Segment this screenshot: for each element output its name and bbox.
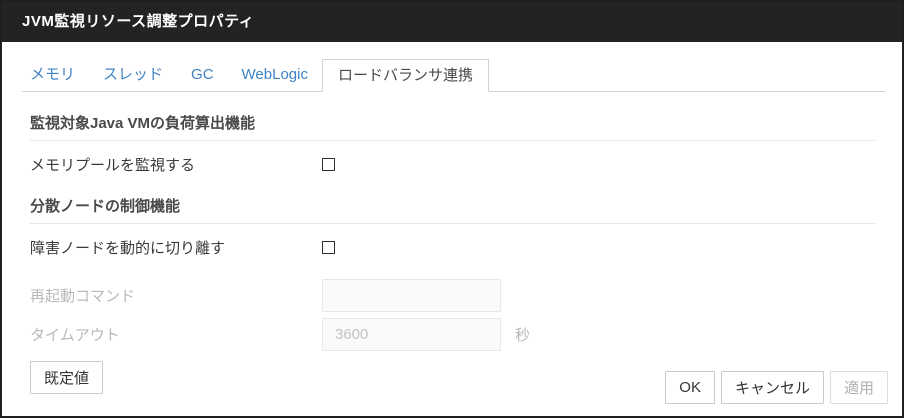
timeout-unit-label: 秒 xyxy=(515,324,530,345)
ok-button[interactable]: OK xyxy=(665,371,715,404)
detach-failure-node-label: 障害ノードを動的に切り離す xyxy=(30,237,322,258)
default-value-button[interactable]: 既定値 xyxy=(30,361,103,394)
restart-command-input xyxy=(322,279,501,312)
restart-command-cell xyxy=(322,279,875,312)
detach-failure-node-checkbox[interactable] xyxy=(322,241,335,254)
apply-button: 適用 xyxy=(830,371,888,404)
tab-load-balancer-linkage[interactable]: ロードバランサ連携 xyxy=(322,59,489,92)
timeout-label: タイムアウト xyxy=(30,324,322,345)
row-restart-command: 再起動コマンド xyxy=(30,279,875,312)
row-monitor-memory-pool: メモリプールを監視する xyxy=(30,154,875,175)
detach-failure-node-cell xyxy=(322,241,875,254)
tab-panel-load-balancer: 監視対象Java VMの負荷算出機能 メモリプールを監視する 分散ノードの制御機… xyxy=(2,112,902,394)
timeout-cell: 秒 xyxy=(322,318,875,351)
monitor-memory-pool-cell xyxy=(322,158,875,171)
dialog-title: JVM監視リソース調整プロパティ xyxy=(2,2,902,42)
tab-weblogic[interactable]: WebLogic xyxy=(242,59,308,91)
restart-command-label: 再起動コマンド xyxy=(30,285,322,306)
tab-memory[interactable]: メモリ xyxy=(30,59,75,91)
dialog-footer: OK キャンセル 適用 xyxy=(665,371,888,404)
monitor-memory-pool-label: メモリプールを監視する xyxy=(30,154,322,175)
tab-gc[interactable]: GC xyxy=(191,59,214,91)
jvm-monitor-resource-properties-dialog: JVM監視リソース調整プロパティ メモリ スレッド GC WebLogic ロー… xyxy=(0,0,904,418)
timeout-input xyxy=(322,318,501,351)
row-timeout: タイムアウト 秒 xyxy=(30,318,875,351)
monitor-memory-pool-checkbox[interactable] xyxy=(322,158,335,171)
section-heading-node-control: 分散ノードの制御機能 xyxy=(30,195,875,224)
row-detach-failure-node: 障害ノードを動的に切り離す xyxy=(30,237,875,258)
tab-thread[interactable]: スレッド xyxy=(103,59,163,91)
section-heading-load-calculation: 監視対象Java VMの負荷算出機能 xyxy=(30,112,875,141)
cancel-button[interactable]: キャンセル xyxy=(721,371,824,404)
tab-bar: メモリ スレッド GC WebLogic ロードバランサ連携 xyxy=(22,57,885,92)
